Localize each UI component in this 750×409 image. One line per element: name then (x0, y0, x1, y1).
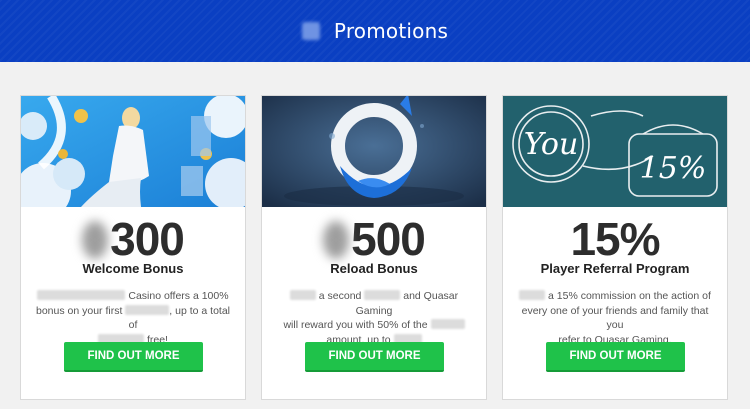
bonus-title: Reload Bonus (330, 261, 418, 276)
currency-icon (82, 221, 109, 259)
currency-icon (323, 221, 350, 259)
referral-image: You 15% (503, 96, 727, 207)
commission-amount: 15% (570, 213, 660, 265)
promotions-icon (301, 22, 320, 40)
reload-bonus-image (262, 96, 486, 207)
promo-card-welcome: 300 Welcome Bonus Casino offers a 100% b… (20, 95, 246, 400)
welcome-bonus-image (21, 96, 245, 207)
bonus-title: Welcome Bonus (82, 261, 184, 276)
bonus-description: a second and Quasar Gaming will reward y… (272, 289, 476, 347)
page-title: Promotions (333, 19, 449, 43)
promo-card-referral: You 15% 15% Player Referral Program a 15… (502, 95, 728, 400)
referral-description: a 15% commission on the action of every … (513, 289, 717, 347)
bonus-amount: 300 (21, 213, 245, 265)
referral-image-percent-text: 15% (640, 151, 707, 186)
promotions-header: Promotions (0, 0, 750, 62)
find-out-more-button[interactable]: FIND OUT MORE (305, 342, 444, 372)
referral-title: Player Referral Program (540, 261, 690, 276)
promo-card-reload: 500 Reload Bonus a second and Quasar Gam… (261, 95, 487, 400)
find-out-more-button[interactable]: FIND OUT MORE (64, 342, 203, 372)
referral-image-you-text: You (524, 127, 579, 162)
bonus-description: Casino offers a 100% bonus on your first… (35, 290, 231, 346)
find-out-more-button[interactable]: FIND OUT MORE (546, 342, 685, 372)
bonus-amount: 500 (262, 213, 486, 265)
